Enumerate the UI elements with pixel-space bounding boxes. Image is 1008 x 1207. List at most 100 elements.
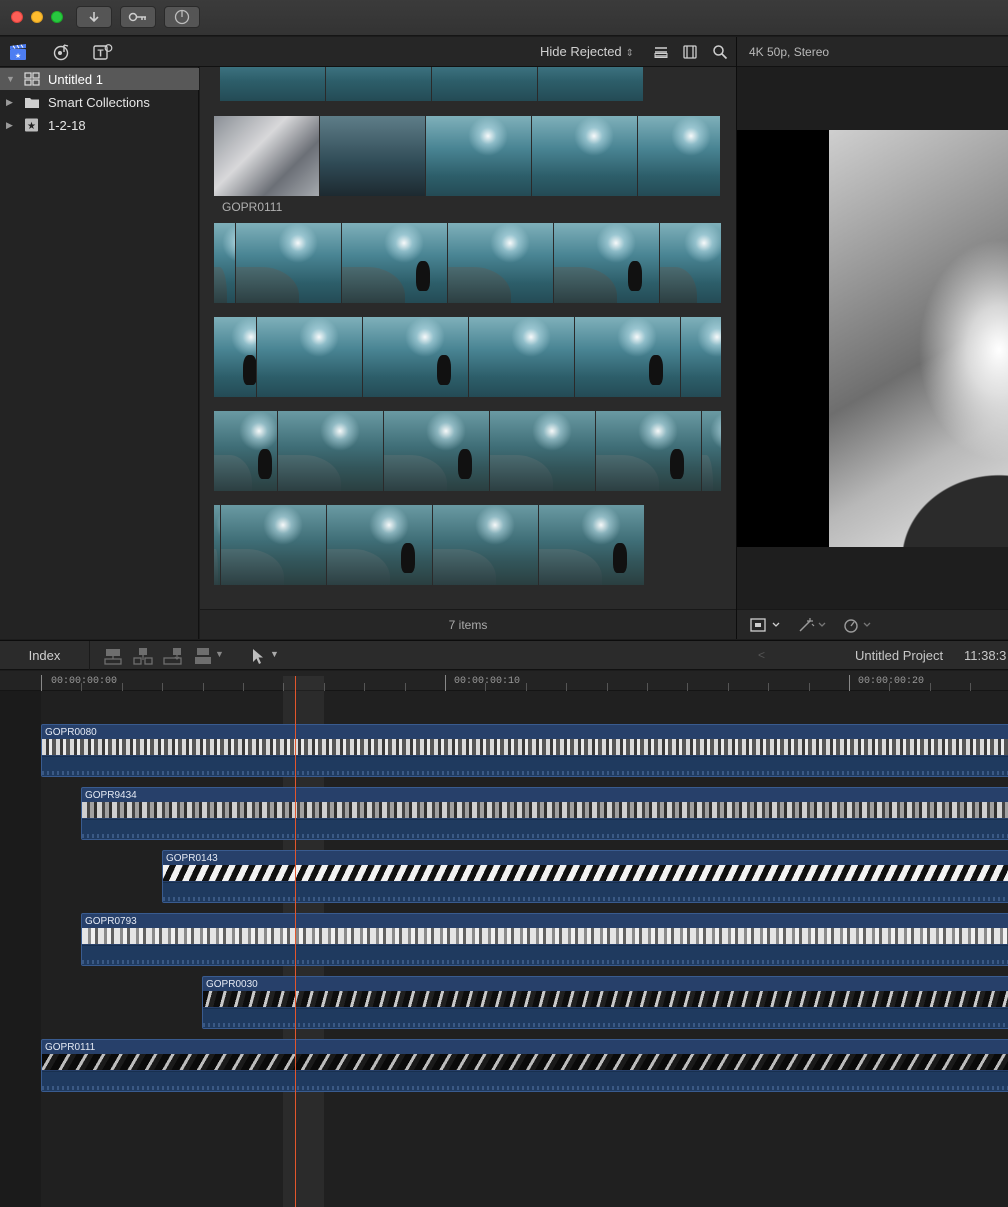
overwrite-edit-icon[interactable] bbox=[193, 646, 213, 666]
timeline-pane[interactable]: 00:00:00:00 00:00:00:10 00:00:00:20 GOPR… bbox=[0, 671, 1008, 1207]
timeline-clip[interactable]: GOPR0143 bbox=[162, 850, 1008, 903]
timecode-label: 00:00:00:20 bbox=[858, 676, 925, 687]
timeline-clip[interactable]: GOPR0793 bbox=[81, 913, 1008, 966]
browser-clip-filmstrip[interactable] bbox=[214, 223, 722, 303]
sidebar-item-label: Smart Collections bbox=[48, 94, 150, 110]
keywords-button[interactable] bbox=[120, 6, 156, 28]
filter-popup[interactable]: Hide Rejected ⇕ bbox=[540, 44, 634, 59]
transform-icon[interactable] bbox=[750, 617, 782, 633]
browser-clip-filmstrip[interactable] bbox=[214, 505, 645, 585]
filmstrip-frame bbox=[638, 116, 720, 196]
ruler-tick bbox=[970, 683, 971, 691]
ruler-tick bbox=[687, 683, 688, 691]
filmstrip-frame bbox=[214, 505, 220, 585]
ruler-tick bbox=[930, 683, 931, 691]
filmstrip-frame bbox=[257, 317, 362, 397]
filmstrip-frame bbox=[327, 505, 432, 585]
timeline-clip[interactable]: GOPR0111 bbox=[41, 1039, 1008, 1092]
filmstrip-frame bbox=[490, 411, 595, 491]
sidebar-item-smart-collections[interactable]: ▶ Smart Collections bbox=[0, 91, 199, 113]
svg-text:T: T bbox=[97, 49, 103, 60]
chevron-down-icon[interactable]: ▼ bbox=[270, 649, 279, 659]
libraries-sidebar: ▼ Untitled 1 ▶ Smart Collections ▶ ★ 1-2… bbox=[0, 67, 199, 639]
browser-clip-filmstrip[interactable] bbox=[220, 67, 644, 101]
sidebar-item-label: 1-2-18 bbox=[48, 117, 86, 133]
clip-filmstrip bbox=[42, 1054, 1008, 1070]
timeline-clip[interactable]: GOPR0080 bbox=[41, 724, 1008, 777]
clip-filmstrip bbox=[82, 802, 1008, 818]
titles-generators-icon[interactable]: T bbox=[93, 43, 113, 61]
timeline-clip[interactable]: GOPR0030 bbox=[202, 976, 1008, 1029]
browser-clip-filmstrip[interactable] bbox=[214, 116, 721, 196]
import-button[interactable] bbox=[76, 6, 112, 28]
clip-name: GOPR0793 bbox=[85, 916, 137, 927]
search-icon[interactable] bbox=[712, 44, 728, 60]
enhance-icon[interactable] bbox=[798, 617, 828, 633]
clip-filmstrip bbox=[82, 928, 1008, 944]
ruler-tick bbox=[526, 683, 527, 691]
insert-edit-icon[interactable] bbox=[133, 646, 153, 666]
library-icon bbox=[24, 72, 40, 86]
libraries-icon[interactable]: ★ bbox=[9, 43, 29, 61]
background-tasks-button[interactable] bbox=[164, 6, 200, 28]
window-titlebar bbox=[0, 0, 1008, 36]
timecode-label: 00:00:00:00 bbox=[51, 676, 118, 687]
filmstrip-frame bbox=[214, 411, 277, 491]
clip-audio-waveform bbox=[203, 1008, 1008, 1028]
filmstrip-frame bbox=[214, 223, 235, 303]
event-star-icon: ★ bbox=[25, 118, 38, 132]
filmstrip-icon[interactable] bbox=[682, 44, 698, 60]
browser-toolbar: ★ T Hide Rejected ⇕ 4K 50p, Stereo bbox=[0, 37, 1008, 67]
select-tool-icon[interactable] bbox=[248, 646, 268, 666]
chevron-down-icon[interactable]: ▼ bbox=[215, 649, 224, 659]
folder-icon bbox=[25, 98, 39, 108]
filmstrip-frame bbox=[384, 411, 489, 491]
ruler-tick bbox=[405, 683, 406, 691]
disclosure-collapsed-icon[interactable]: ▶ bbox=[6, 97, 20, 108]
append-edit-icon[interactable] bbox=[163, 646, 183, 666]
disclosure-expanded-icon[interactable]: ▼ bbox=[6, 74, 20, 84]
timeline-history-back-icon[interactable]: < bbox=[758, 648, 765, 662]
filmstrip-frame bbox=[575, 317, 680, 397]
sidebar-item-event[interactable]: ▶ ★ 1-2-18 bbox=[0, 114, 199, 136]
viewer-frame[interactable] bbox=[829, 130, 1008, 547]
ruler-tick bbox=[768, 683, 769, 691]
filmstrip-frame bbox=[532, 116, 637, 196]
timeline-ruler[interactable]: 00:00:00:00 00:00:00:10 00:00:00:20 bbox=[0, 671, 1008, 691]
timeline-gutter bbox=[0, 671, 41, 1207]
timeline-clip[interactable]: GOPR9434 bbox=[81, 787, 1008, 840]
ruler-tick bbox=[607, 683, 608, 691]
sidebar-item-library[interactable]: ▼ Untitled 1 bbox=[0, 68, 199, 90]
ruler-tick bbox=[81, 683, 82, 691]
minimize-window-button[interactable] bbox=[31, 11, 43, 23]
filmstrip-frame bbox=[538, 67, 643, 101]
filmstrip-frame bbox=[326, 67, 431, 101]
ruler-tick bbox=[41, 675, 42, 691]
filter-label: Hide Rejected bbox=[540, 44, 622, 59]
viewer-format-label: 4K 50p, Stereo bbox=[749, 45, 830, 59]
zoom-window-button[interactable] bbox=[51, 11, 63, 23]
filmstrip-frame bbox=[214, 116, 319, 196]
retime-icon[interactable] bbox=[843, 617, 873, 633]
items-count: 7 items bbox=[200, 609, 736, 639]
svg-text:★: ★ bbox=[27, 121, 36, 132]
close-window-button[interactable] bbox=[11, 11, 23, 23]
filmstrip-frame bbox=[681, 317, 721, 397]
clip-audio-waveform bbox=[82, 819, 1008, 839]
viewer-pane bbox=[737, 67, 1008, 609]
clip-audio-waveform bbox=[42, 1071, 1008, 1091]
filmstrip-frame bbox=[363, 317, 468, 397]
connect-edit-icon[interactable] bbox=[103, 646, 123, 666]
timeline-index-button[interactable]: Index bbox=[0, 641, 90, 670]
browser-clip-filmstrip[interactable] bbox=[214, 411, 722, 491]
playhead[interactable] bbox=[295, 676, 296, 1207]
clip-appearance-icon[interactable] bbox=[653, 44, 669, 60]
ruler-tick bbox=[243, 683, 244, 691]
disclosure-collapsed-icon[interactable]: ▶ bbox=[6, 120, 20, 131]
ruler-tick bbox=[364, 683, 365, 691]
photos-audio-icon[interactable] bbox=[52, 43, 72, 61]
browser-clip-filmstrip[interactable] bbox=[214, 317, 722, 397]
filmstrip-frame bbox=[236, 223, 341, 303]
ruler-tick bbox=[889, 683, 890, 691]
clip-name: GOPR0030 bbox=[206, 979, 258, 990]
